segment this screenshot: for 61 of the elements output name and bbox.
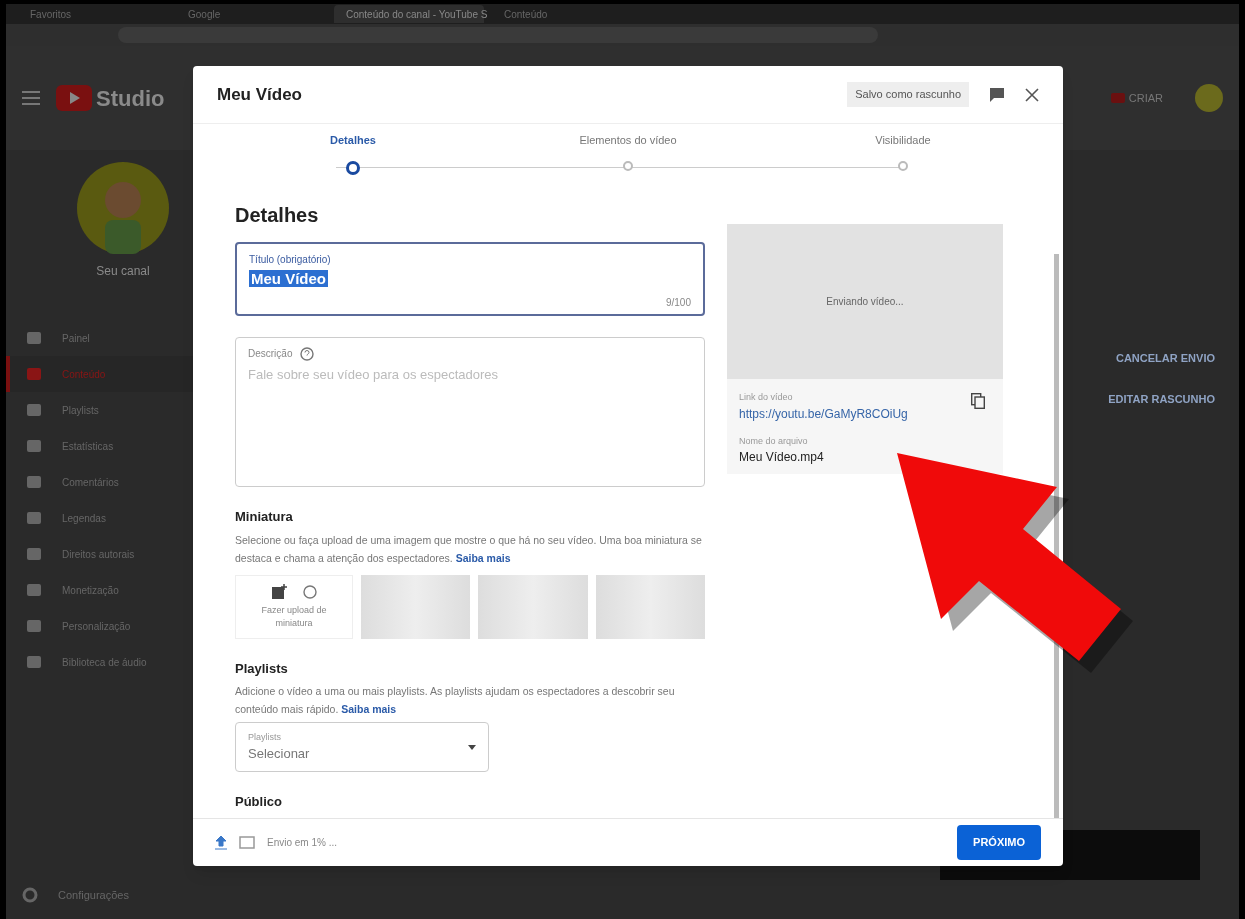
section-heading: Miniatura <box>235 508 294 526</box>
action-link[interactable]: CANCELAR ENVIO <box>1116 350 1215 367</box>
character-counter: 9/100 <box>665 296 691 310</box>
saved-status: Salvo como rascunho <box>847 82 969 107</box>
feedback-icon[interactable] <box>989 86 1005 103</box>
dropdown-caret-icon <box>468 744 476 750</box>
stepper-step[interactable]: Detalhes <box>293 132 413 184</box>
section-description: Adicione o vídeo a uma ou mais playlists. As playlists ajudam os espectadores a descobrir seu conteúdo mais rápido. Saiba mais <box>235 684 676 717</box>
description-field[interactable]: Descrição Fale sobre seu vídeo para os espectadores <box>235 337 705 487</box>
field-value: Selecionar <box>248 745 311 763</box>
sidebar-item-icon <box>26 438 42 454</box>
playlist-dropdown[interactable]: Playlists Selecionar <box>235 722 489 772</box>
settings-label[interactable]: Configurações <box>58 886 129 903</box>
sidebar-item-icon <box>26 618 42 634</box>
sidebar-item-icon <box>26 510 42 526</box>
field-value: Meu Vídeo <box>249 270 328 287</box>
browser-tab[interactable]: Favoritos <box>18 5 168 23</box>
field-label: Playlists <box>248 730 282 744</box>
learn-more-link[interactable]: Saiba mais <box>455 551 511 564</box>
channel-name: Seu canal <box>96 263 150 280</box>
subtitles-icon <box>239 836 255 849</box>
close-icon[interactable] <box>1025 87 1039 102</box>
dialog-title: Meu Vídeo <box>217 83 302 106</box>
field-label: Descrição <box>248 347 293 361</box>
sidebar-item-icon <box>26 546 42 562</box>
learn-more-link[interactable]: Saiba mais <box>341 703 397 715</box>
upload-progress-text: Envio em 1% ... <box>267 836 338 850</box>
settings-icon[interactable] <box>22 886 38 903</box>
sidebar-item-icon <box>26 582 42 598</box>
section-heading: Playlists <box>235 659 289 678</box>
field-label: Link do vídeo <box>739 391 793 404</box>
field-label: Título (obrigatório) <box>249 253 332 267</box>
sidebar-item-icon <box>26 366 42 382</box>
section-heading: Detalhes <box>235 203 320 228</box>
sidebar-item-icon <box>26 330 42 346</box>
description-placeholder: Fale sobre seu vídeo para os espectadores <box>248 366 500 384</box>
stepper-step[interactable]: Elementos do vídeo <box>568 132 688 184</box>
logo-text: Studio <box>96 84 165 113</box>
play-logo-icon <box>56 85 92 111</box>
field-label: Nome do arquivo <box>739 434 809 448</box>
copy-icon[interactable] <box>971 393 985 409</box>
sidebar-item-icon <box>26 654 42 670</box>
video-link[interactable]: https://youtu.be/GaMyR8COiUg <box>739 404 908 423</box>
stepper-step[interactable]: Visibilidade <box>843 132 963 184</box>
add-image-icon <box>271 583 287 600</box>
menu-icon[interactable] <box>22 91 40 105</box>
section-heading: Público <box>235 793 283 811</box>
file-name: Meu Vídeo.mp4 <box>739 449 825 466</box>
sidebar-item-icon <box>26 474 42 490</box>
upload-icon <box>215 835 227 850</box>
sidebar-item-icon <box>26 402 42 418</box>
upload-status: Enviando vídeo... <box>826 295 904 309</box>
title-field[interactable]: Título (obrigatório) Meu Vídeo 9/100 <box>235 242 705 316</box>
browser-tab[interactable]: Google <box>176 5 326 23</box>
action-link[interactable]: EDITAR RASCUNHO <box>1108 390 1215 407</box>
profile-avatar[interactable] <box>1195 84 1223 112</box>
create-button[interactable]: CRIAR <box>1102 85 1171 111</box>
upload-thumbnail-button[interactable]: Fazer upload de miniatura <box>235 574 353 639</box>
section-description: Selecione ou faça upload de uma imagem que mostre o que há no seu vídeo. Uma boa miniatura se destaca e chama a atenção dos espectadores. Saiba mais <box>235 532 703 566</box>
browser-tab[interactable]: Conteúdo <box>492 5 642 23</box>
next-button[interactable]: PRÓXIMO <box>957 825 1041 860</box>
